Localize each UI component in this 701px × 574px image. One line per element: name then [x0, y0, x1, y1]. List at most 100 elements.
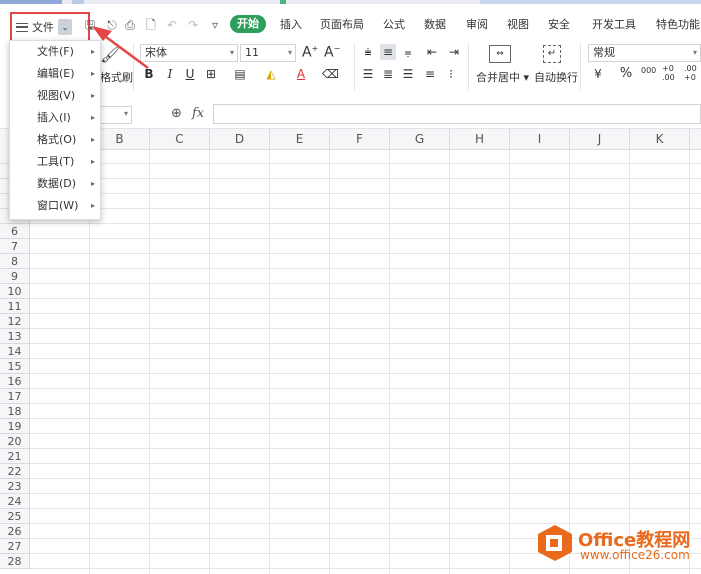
row-header[interactable]: 13 — [0, 329, 30, 344]
fx-button[interactable]: fx — [192, 106, 204, 121]
row-header[interactable]: 9 — [0, 269, 30, 284]
share-icon[interactable]: ⎋ — [104, 17, 120, 33]
file-menu-button[interactable]: 文件 ⌄ — [10, 12, 90, 42]
zoom-search-icon[interactable]: ⊕ — [171, 106, 182, 121]
grid-row-line — [30, 178, 701, 179]
column-header[interactable]: J — [570, 129, 630, 149]
column-header[interactable]: F — [330, 129, 390, 149]
row-header[interactable]: 14 — [0, 344, 30, 359]
row-header[interactable]: 20 — [0, 434, 30, 449]
tab-review[interactable]: 审阅 — [466, 17, 488, 33]
row-header[interactable]: 23 — [0, 479, 30, 494]
column-header[interactable]: C — [150, 129, 210, 149]
row-header[interactable]: 16 — [0, 374, 30, 389]
fill-color-icon[interactable]: ◭ — [263, 66, 279, 82]
font-color-icon[interactable]: A — [293, 66, 309, 82]
row-header[interactable]: 26 — [0, 524, 30, 539]
align-center-icon[interactable]: ≣ — [380, 66, 396, 82]
row-header[interactable]: 8 — [0, 254, 30, 269]
distributed-align-icon[interactable]: ⁝ — [443, 66, 459, 82]
align-top-icon[interactable]: ⩧ — [360, 44, 376, 60]
row-header[interactable]: 22 — [0, 464, 30, 479]
italic-icon[interactable]: I — [162, 66, 178, 82]
align-middle-icon[interactable]: ≡ — [380, 44, 396, 60]
percent-button[interactable]: % — [618, 66, 634, 82]
tab-page-layout[interactable]: 页面布局 — [320, 17, 364, 33]
border-icon[interactable]: ⊞ — [203, 66, 219, 82]
decrease-font-icon[interactable]: A− — [324, 44, 340, 61]
cell-style-icon[interactable]: ▤ — [232, 66, 248, 82]
row-header[interactable]: 10 — [0, 284, 30, 299]
decrease-decimal-button[interactable]: .00 +0 — [684, 64, 700, 82]
font-name-select[interactable]: 宋体 ▾ — [140, 44, 238, 62]
menu-item-edit[interactable]: 编辑(E) ▸ — [10, 63, 100, 85]
wrap-text-icon[interactable]: ↵ — [543, 45, 561, 63]
row-header[interactable]: 18 — [0, 404, 30, 419]
tab-special-features[interactable]: 特色功能 — [656, 17, 700, 33]
row-header[interactable]: 19 — [0, 419, 30, 434]
currency-icon[interactable]: ¥ — [590, 66, 606, 82]
bold-icon[interactable]: B — [141, 66, 157, 82]
menu-item-insert[interactable]: 插入(I) ▸ — [10, 107, 100, 129]
save-icon[interactable]: 🖫 — [82, 17, 98, 33]
tab-developer[interactable]: 开发工具 — [592, 17, 636, 33]
tab-insert[interactable]: 插入 — [280, 17, 302, 33]
underline-icon[interactable]: U — [182, 66, 198, 82]
row-header[interactable]: 21 — [0, 449, 30, 464]
spreadsheet-grid[interactable]: 6 7 8 9 10 11 12 13 14 15 16 17 18 19 20 21 22 23 24 25 26 27… — [0, 149, 701, 574]
row-header[interactable]: 12 — [0, 314, 30, 329]
clear-format-icon[interactable]: ⌫ — [322, 66, 339, 82]
font-size-select[interactable]: 11 ▾ — [240, 44, 296, 62]
increase-font-icon[interactable]: A+ — [302, 44, 318, 61]
column-header[interactable]: K — [630, 129, 690, 149]
tab-view[interactable]: 视图 — [507, 17, 529, 33]
formula-input[interactable] — [213, 104, 701, 124]
row-header[interactable]: 15 — [0, 359, 30, 374]
thousands-separator-button[interactable]: 000 — [641, 66, 656, 75]
grid-row-line — [30, 268, 701, 269]
justify-icon[interactable]: ≡ — [422, 66, 438, 82]
tab-security[interactable]: 安全 — [548, 17, 570, 33]
chevron-down-icon[interactable]: ⌄ — [58, 19, 72, 35]
format-painter-label[interactable]: 格式刷 — [100, 69, 133, 85]
row-header[interactable]: 27 — [0, 539, 30, 554]
menu-item-file[interactable]: 文件(F) ▸ — [10, 41, 100, 63]
menu-item-window[interactable]: 窗口(W) ▸ — [10, 195, 100, 217]
column-header[interactable]: I — [510, 129, 570, 149]
merge-center-button[interactable]: 合并居中 ▾ — [476, 69, 529, 85]
merge-center-icon[interactable]: ⇔ — [489, 45, 511, 63]
row-header[interactable]: 25 — [0, 509, 30, 524]
customize-toolbar-icon[interactable]: ▿ — [207, 17, 223, 33]
align-right-icon[interactable]: ☰ — [400, 66, 416, 82]
column-header[interactable]: H — [450, 129, 510, 149]
row-header[interactable]: 24 — [0, 494, 30, 509]
print-icon[interactable]: ⎙ — [122, 17, 138, 33]
column-header[interactable]: G — [390, 129, 450, 149]
row-header[interactable]: 7 — [0, 239, 30, 254]
menu-item-data[interactable]: 数据(D) ▸ — [10, 173, 100, 195]
column-header[interactable]: D — [210, 129, 270, 149]
redo-icon[interactable]: ↷ — [185, 17, 201, 33]
print-preview-icon[interactable]: 🗋 — [143, 17, 159, 33]
menu-item-view[interactable]: 视图(V) ▸ — [10, 85, 100, 107]
auto-wrap-label[interactable]: 自动换行 — [534, 69, 578, 85]
ribbon-divider — [354, 44, 355, 90]
row-header[interactable]: 28 — [0, 554, 30, 569]
row-header[interactable]: 11 — [0, 299, 30, 314]
brush-icon[interactable]: 🖌 — [100, 44, 122, 66]
row-header[interactable]: 17 — [0, 389, 30, 404]
undo-icon[interactable]: ↶ — [164, 17, 180, 33]
decrease-indent-icon[interactable]: ⇤ — [424, 44, 440, 60]
align-left-icon[interactable]: ☰ — [360, 66, 376, 82]
menu-item-tools[interactable]: 工具(T) ▸ — [10, 151, 100, 173]
tab-formulas[interactable]: 公式 — [383, 17, 405, 33]
column-header[interactable]: E — [270, 129, 330, 149]
tab-start[interactable]: 开始 — [230, 15, 266, 33]
increase-decimal-button[interactable]: +0 .00 — [662, 64, 678, 82]
number-format-select[interactable]: 常规 ▾ — [588, 44, 701, 62]
menu-item-format[interactable]: 格式(O) ▸ — [10, 129, 100, 151]
tab-data[interactable]: 数据 — [424, 17, 446, 33]
align-bottom-icon[interactable]: ⩦ — [400, 44, 416, 60]
row-header[interactable]: 6 — [0, 224, 30, 239]
increase-indent-icon[interactable]: ⇥ — [446, 44, 462, 60]
